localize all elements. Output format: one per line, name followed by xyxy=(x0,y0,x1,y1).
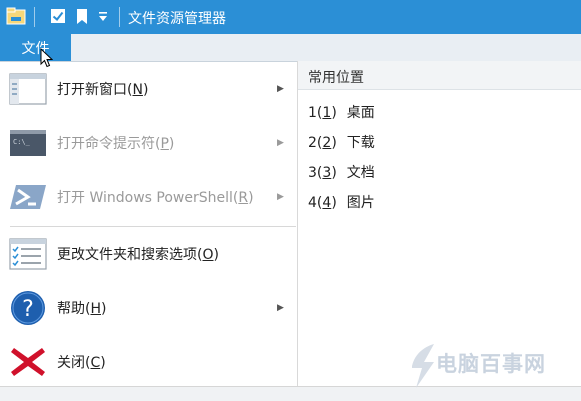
options-icon xyxy=(9,238,47,270)
powershell-icon xyxy=(10,185,46,209)
menu-item-label: 帮助(H) xyxy=(57,301,107,317)
toolbar-separator xyxy=(119,7,120,27)
menu-item-close[interactable]: 关闭(C) xyxy=(0,336,297,388)
svg-text:C:\_: C:\_ xyxy=(13,138,31,146)
bookmark-icon[interactable] xyxy=(76,8,88,25)
menu-item-label: 打开命令提示符(P) xyxy=(57,136,175,152)
frequent-places-header: 常用位置 xyxy=(298,61,581,90)
dropdown-icon[interactable] xyxy=(98,10,108,24)
pane-separator xyxy=(297,61,298,386)
submenu-arrow-icon: ▶ xyxy=(277,84,284,94)
submenu-arrow-icon: ▶ xyxy=(277,192,284,202)
watermark-text: 电脑百事网 xyxy=(436,352,546,376)
file-tab[interactable]: 文件 xyxy=(0,34,71,61)
file-menu: 打开新窗口(N) ▶ C:\_ 打开命令提示符(P) ▶ 打开 Windows … xyxy=(0,61,297,386)
menu-item-open-powershell[interactable]: 打开 Windows PowerShell(R) ▶ xyxy=(0,171,297,223)
menu-item-open-new-window[interactable]: 打开新窗口(N) ▶ xyxy=(0,63,297,115)
command-prompt-icon: C:\_ xyxy=(10,130,46,156)
submenu-arrow-icon: ▶ xyxy=(277,138,284,148)
frequent-place-item[interactable]: 1(1) 桌面 xyxy=(308,102,375,122)
ribbon-tab-strip: 文件 xyxy=(0,34,581,62)
menu-item-label: 更改文件夹和搜索选项(O) xyxy=(57,247,219,263)
frequent-place-item[interactable]: 3(3) 文档 xyxy=(308,162,375,182)
frequent-place-item[interactable]: 2(2) 下载 xyxy=(308,132,375,152)
submenu-arrow-icon: ▶ xyxy=(277,303,284,313)
help-icon: ? xyxy=(11,291,45,325)
menu-item-folder-options[interactable]: 更改文件夹和搜索选项(O) xyxy=(0,228,297,280)
window-icon xyxy=(9,73,47,105)
checkbox-icon[interactable] xyxy=(50,8,66,24)
svg-text:?: ? xyxy=(22,297,34,322)
menu-divider xyxy=(10,226,296,227)
menu-item-label: 打开新窗口(N) xyxy=(57,82,149,98)
title-bar: 文件资源管理器 xyxy=(0,0,581,34)
frequent-places-title: 常用位置 xyxy=(308,70,364,86)
close-icon xyxy=(11,348,45,376)
menu-item-help[interactable]: ? 帮助(H) ▶ xyxy=(0,282,297,334)
frequent-place-item[interactable]: 4(4) 图片 xyxy=(308,192,375,212)
menu-item-label: 关闭(C) xyxy=(57,355,106,371)
folder-icon[interactable] xyxy=(6,7,26,25)
menu-item-label: 打开 Windows PowerShell(R) xyxy=(57,190,254,206)
window-title: 文件资源管理器 xyxy=(128,11,226,27)
menu-item-open-command-prompt[interactable]: C:\_ 打开命令提示符(P) ▶ xyxy=(0,117,297,169)
toolbar-separator xyxy=(34,7,35,27)
